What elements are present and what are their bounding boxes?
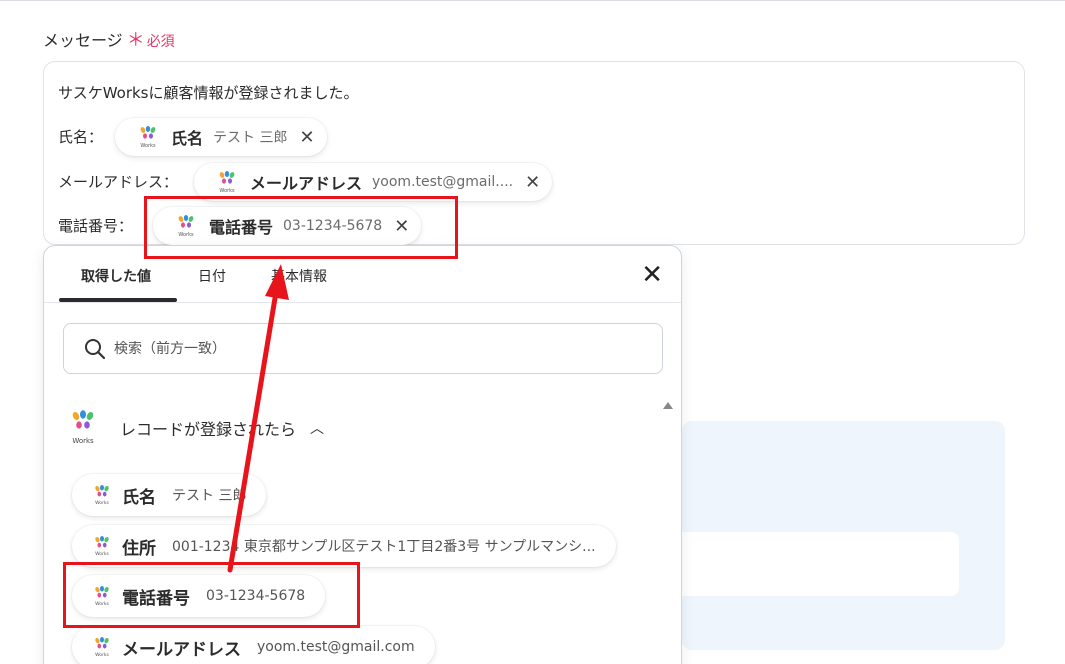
highlight-box-chip bbox=[144, 196, 458, 259]
close-icon[interactable]: ✕ bbox=[641, 262, 663, 288]
active-tab-indicator bbox=[59, 298, 177, 302]
variable-chip-name[interactable]: Works 氏名 テスト 三郎 ✕ bbox=[115, 118, 327, 156]
highlight-box-item bbox=[63, 562, 360, 628]
svg-text:Works: Works bbox=[72, 437, 94, 445]
works-logo-icon: Works bbox=[72, 410, 94, 445]
message-field-label: メッセージ＊必須 bbox=[43, 26, 175, 52]
remove-icon[interactable]: ✕ bbox=[299, 127, 314, 148]
svg-text:Works: Works bbox=[140, 143, 156, 149]
tab-acquired-values[interactable]: 取得した値 bbox=[81, 266, 151, 286]
remove-icon[interactable]: ✕ bbox=[525, 172, 540, 193]
tab-date[interactable]: 日付 bbox=[198, 266, 226, 286]
section-header[interactable]: Works レコードが登録されたら ︿ bbox=[68, 409, 324, 447]
works-logo-icon: Works bbox=[140, 126, 156, 149]
scroll-up-icon[interactable] bbox=[663, 402, 673, 409]
works-logo-icon: Works bbox=[95, 637, 110, 658]
svg-text:Works: Works bbox=[95, 551, 109, 557]
section-title: レコードが登録されたら bbox=[120, 420, 297, 439]
chip-name: メールアドレス bbox=[250, 174, 363, 193]
chip-name: 氏名 bbox=[171, 129, 204, 148]
message-label-phone: 電話番号： bbox=[58, 217, 134, 235]
list-item-address[interactable]: Works 住所 001-1234 東京都サンプル区テスト1丁目2番3号 サンプ… bbox=[72, 525, 616, 567]
item-name: メールアドレス bbox=[122, 639, 241, 660]
search-box[interactable] bbox=[63, 323, 663, 374]
message-label-email: メールアドレス： bbox=[58, 173, 179, 191]
search-icon bbox=[85, 338, 106, 359]
svg-text:Works: Works bbox=[95, 652, 109, 658]
item-value: テスト 三郎 bbox=[172, 488, 247, 504]
list-item-email[interactable]: Works メールアドレス yoom.test@gmail.com bbox=[72, 626, 435, 664]
chevron-up-icon[interactable]: ︿ bbox=[310, 418, 324, 438]
divider bbox=[0, 0, 1065, 1]
works-logo-icon: Works bbox=[95, 536, 110, 557]
svg-text:Works: Works bbox=[95, 500, 109, 506]
page: メッセージ＊必須 サスケWorksに顧客情報が登録されました。 氏名： Work… bbox=[0, 0, 1065, 664]
chip-value: テスト 三郎 bbox=[213, 130, 288, 146]
item-name: 氏名 bbox=[122, 487, 156, 508]
message-label-text: メッセージ bbox=[43, 31, 123, 50]
search-input[interactable] bbox=[114, 340, 614, 357]
list-item-name[interactable]: Works 氏名 テスト 三郎 bbox=[72, 474, 267, 516]
works-logo-icon: Works bbox=[95, 485, 110, 506]
message-label-name: 氏名： bbox=[58, 128, 104, 146]
works-logo-icon: Works bbox=[219, 171, 235, 194]
required-text: 必須 bbox=[146, 34, 175, 50]
required-star: ＊ bbox=[126, 30, 145, 51]
tab-basic-info[interactable]: 基本情報 bbox=[271, 266, 327, 286]
item-name: 住所 bbox=[122, 538, 156, 559]
background-panel-field bbox=[682, 532, 959, 596]
chip-value: yoom.test@gmail.... bbox=[372, 174, 514, 190]
item-value: 001-1234 東京都サンプル区テスト1丁目2番3号 サンプルマンシ... bbox=[172, 539, 596, 555]
message-line-1: サスケWorksに顧客情報が登録されました。 bbox=[58, 84, 359, 102]
item-value: yoom.test@gmail.com bbox=[257, 639, 415, 655]
svg-text:Works: Works bbox=[219, 188, 235, 194]
